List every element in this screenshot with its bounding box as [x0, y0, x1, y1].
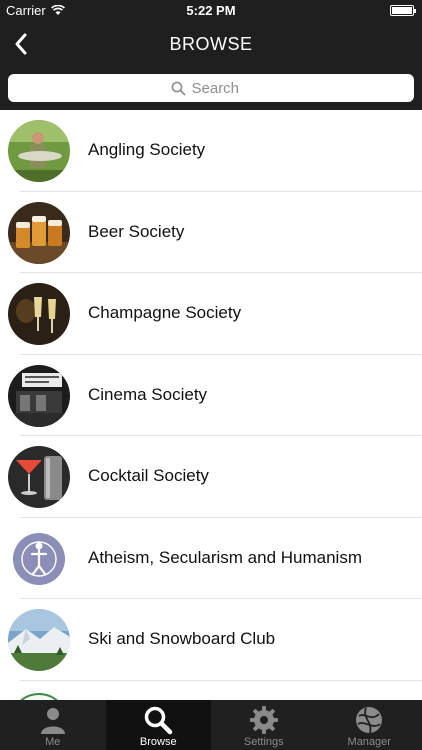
society-list: Angling Society Beer Society Champagne S… [0, 110, 422, 700]
champagne-thumbnail [8, 283, 70, 345]
list-item-label: Angling Society [88, 140, 206, 159]
search-bar [0, 66, 422, 110]
search-icon [145, 706, 173, 735]
navigation-bar: BROWSE [0, 22, 422, 66]
list-item[interactable]: Angling Society [0, 110, 422, 192]
ski-thumbnail [8, 609, 70, 671]
ash-logo [8, 527, 70, 590]
list-item-label: Cocktail Society [88, 466, 209, 485]
list-item-label: Champagne Society [88, 303, 242, 322]
person-icon [40, 708, 65, 734]
page-title: BROWSE [169, 34, 253, 54]
tab-me[interactable]: Me [0, 700, 106, 750]
tab-label: Manager [347, 736, 391, 748]
tab-settings[interactable]: Settings [211, 700, 317, 750]
search-icon [171, 81, 185, 95]
list-item[interactable]: Beer Society [0, 192, 422, 273]
clock: 5:22 PM [186, 3, 236, 18]
list-item[interactable]: Atheism, Secularism and Humanism [0, 518, 422, 599]
list-item[interactable]: Cinema Society [0, 355, 422, 436]
tab-manager[interactable]: Manager [317, 700, 422, 750]
list-item[interactable] [0, 681, 422, 700]
list-item[interactable]: Ski and Snowboard Club [0, 599, 422, 681]
gear-icon [249, 706, 278, 734]
tab-label: Settings [243, 736, 284, 748]
list-item-label: Ski and Snowboard Club [88, 629, 276, 648]
tab-label: Me [45, 736, 61, 748]
tab-label: Browse [139, 736, 177, 748]
tab-browse[interactable]: Browse [105, 700, 211, 750]
list-item[interactable]: Cocktail Society [0, 436, 422, 518]
list-item-label: Atheism, Secularism and Humanism [88, 547, 362, 567]
tab-bar: Me Browse Settings Manager [0, 700, 422, 750]
angling-thumbnail [8, 120, 70, 182]
beer-thumbnail [8, 201, 70, 264]
search-field[interactable] [8, 74, 414, 102]
search-input[interactable] [191, 79, 252, 97]
partial-thumbnail [8, 690, 70, 700]
cinema-thumbnail [8, 364, 70, 427]
globe-icon [356, 707, 383, 734]
list-item-label: Cinema Society [88, 384, 208, 404]
list-item[interactable]: Champagne Society [0, 273, 422, 355]
battery-icon [390, 5, 416, 16]
list-item-label: Beer Society [88, 221, 185, 241]
status-bar: Carrier 5:22 PM [0, 0, 422, 22]
cocktail-thumbnail [8, 446, 70, 508]
